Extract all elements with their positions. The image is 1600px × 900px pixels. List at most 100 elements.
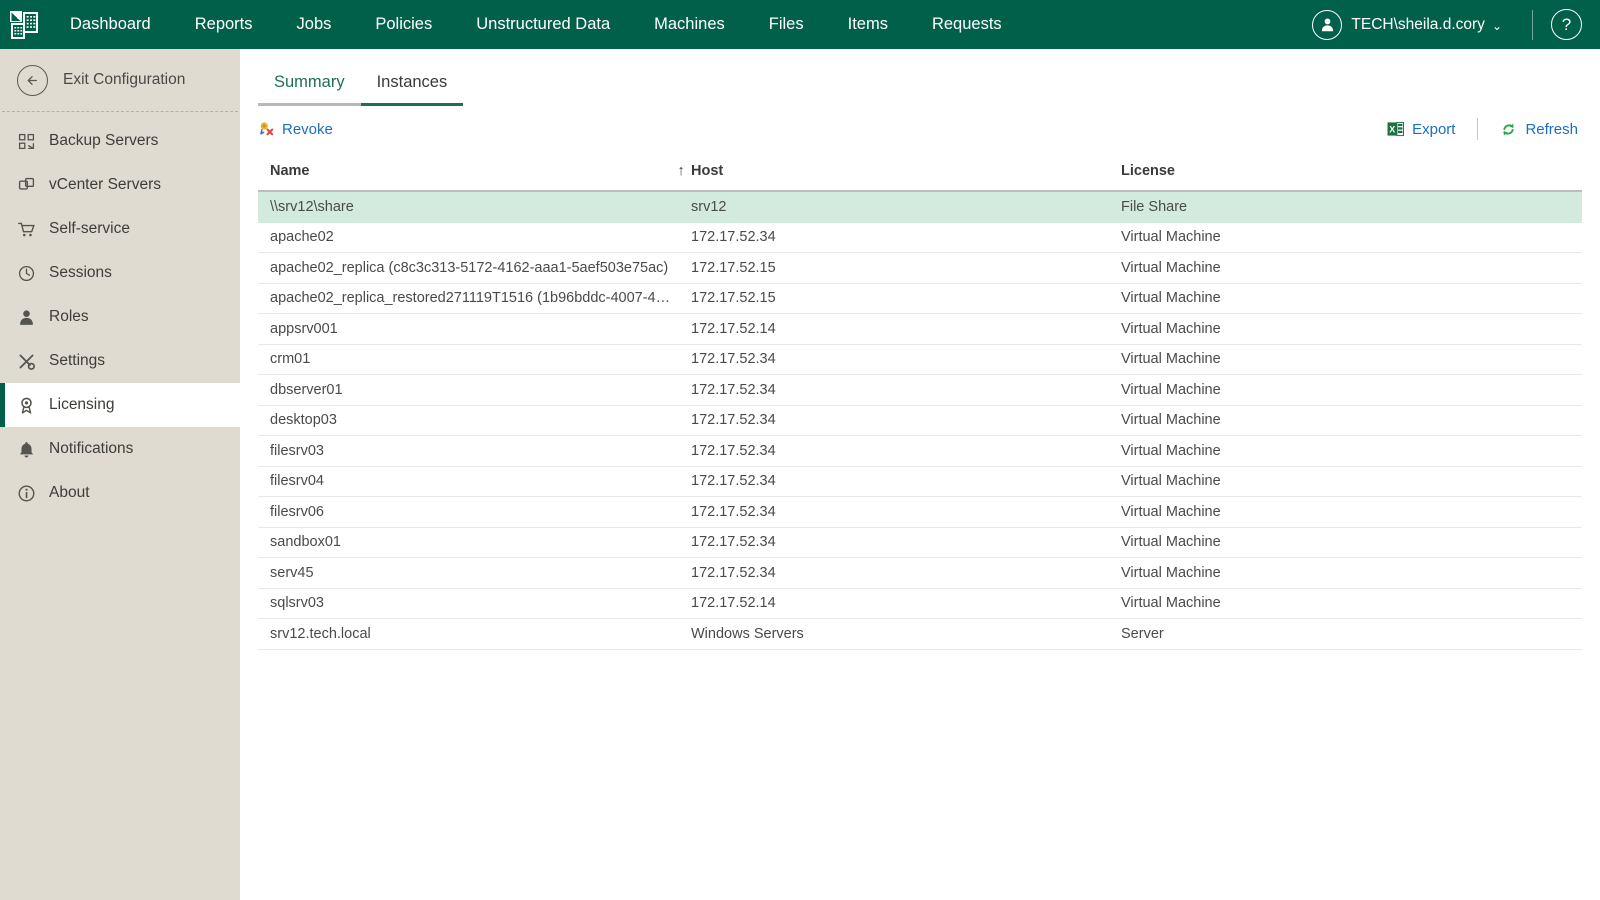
table-row[interactable]: \\srv12\sharesrv12File Share <box>258 192 1582 223</box>
app-logo[interactable] <box>0 0 48 49</box>
sidebar-item-self-service[interactable]: Self-service <box>0 207 240 251</box>
refresh-label: Refresh <box>1525 121 1578 138</box>
refresh-button[interactable]: Refresh <box>1500 121 1578 138</box>
bell-icon <box>13 440 39 459</box>
back-arrow-icon <box>17 65 48 96</box>
nav-item-jobs[interactable]: Jobs <box>275 0 354 49</box>
nav-item-unstructured-data[interactable]: Unstructured Data <box>454 0 632 49</box>
tab-summary[interactable]: Summary <box>258 67 361 106</box>
cell-host: 172.17.52.34 <box>691 443 1121 459</box>
help-button[interactable]: ? <box>1551 9 1582 40</box>
cell-license: Server <box>1121 626 1582 642</box>
nav-item-files[interactable]: Files <box>747 0 826 49</box>
table-body: \\srv12\sharesrv12File Share apache02 172.… <box>258 192 1582 650</box>
cell-host: 172.17.52.34 <box>691 534 1121 550</box>
cell-license: Virtual Machine <box>1121 565 1582 581</box>
sidebar-item-label: Backup Servers <box>49 132 158 150</box>
nav-item-machines[interactable]: Machines <box>632 0 747 49</box>
sidebar-item-roles[interactable]: Roles <box>0 295 240 339</box>
sidebar-item-sessions[interactable]: Sessions <box>0 251 240 295</box>
cell-host: 172.17.52.34 <box>691 565 1121 581</box>
revoke-label: Revoke <box>282 121 333 138</box>
export-button[interactable]: X Export <box>1387 121 1455 138</box>
nav-item-dashboard[interactable]: Dashboard <box>48 0 173 49</box>
user-menu[interactable]: TECH\sheila.d.cory ⌄ <box>1312 0 1510 49</box>
column-header-license[interactable]: License <box>1121 163 1582 179</box>
cell-name: apache02_replica (c8c3c313-5172-4162-aaa… <box>258 260 671 276</box>
cell-license: File Share <box>1121 199 1582 215</box>
column-header-name[interactable]: Name <box>258 163 671 179</box>
user-icon <box>13 308 39 327</box>
cell-license: Virtual Machine <box>1121 534 1582 550</box>
avatar <box>1312 10 1342 40</box>
revoke-button[interactable]: Revoke <box>258 121 333 138</box>
cell-name: filesrv04 <box>258 473 671 489</box>
tools-icon <box>13 352 39 371</box>
table-row[interactable]: apache02_replica (c8c3c313-5172-4162-aaa… <box>258 253 1582 284</box>
table-row[interactable]: desktop03172.17.52.34Virtual Machine <box>258 406 1582 437</box>
tab-bar: Summary Instances <box>240 49 1600 106</box>
table-row[interactable]: apache02_replica_restored271119T1516 (1b… <box>258 284 1582 315</box>
cell-license: Virtual Machine <box>1121 290 1582 306</box>
info-icon <box>13 484 39 503</box>
user-avatar-icon <box>1319 16 1336 33</box>
sidebar-item-about[interactable]: About <box>0 471 240 515</box>
cell-license: Virtual Machine <box>1121 504 1582 520</box>
main-content: Summary Instances Revoke <box>240 49 1600 900</box>
refresh-icon <box>1500 121 1517 138</box>
cell-license: Virtual Machine <box>1121 412 1582 428</box>
sidebar-item-label: Licensing <box>49 396 115 414</box>
table-row[interactable]: filesrv06172.17.52.34Virtual Machine <box>258 497 1582 528</box>
table-row[interactable]: sqlsrv03172.17.52.14Virtual Machine <box>258 589 1582 620</box>
table-row[interactable]: srv12.tech.localWindows ServersServer <box>258 619 1582 650</box>
cell-license: Virtual Machine <box>1121 260 1582 276</box>
nav-item-items[interactable]: Items <box>826 0 910 49</box>
sidebar-item-label: Self-service <box>49 220 130 238</box>
cell-host: 172.17.52.15 <box>691 290 1121 306</box>
cell-name: apache02 <box>258 229 671 245</box>
exit-configuration-label: Exit Configuration <box>63 71 185 89</box>
table-row[interactable]: filesrv04172.17.52.34Virtual Machine <box>258 467 1582 498</box>
nav-item-requests[interactable]: Requests <box>910 0 1024 49</box>
column-header-host[interactable]: Host <box>691 163 1121 179</box>
table-row[interactable]: dbserver01172.17.52.34Virtual Machine <box>258 375 1582 406</box>
sidebar-item-licensing[interactable]: Licensing <box>0 383 240 427</box>
cell-name: sandbox01 <box>258 534 671 550</box>
sidebar-item-settings[interactable]: Settings <box>0 339 240 383</box>
top-navigation-bar: Dashboard Reports Jobs Policies Unstruct… <box>0 0 1600 49</box>
cell-name: serv45 <box>258 565 671 581</box>
cart-icon <box>13 220 39 239</box>
toolbar-divider <box>1477 118 1478 140</box>
sidebar-item-notifications[interactable]: Notifications <box>0 427 240 471</box>
tab-instances[interactable]: Instances <box>361 67 464 106</box>
chevron-down-icon: ⌄ <box>1492 19 1502 33</box>
veeam-logo-icon <box>9 10 39 40</box>
nav-items: Dashboard Reports Jobs Policies Unstruct… <box>48 0 1024 49</box>
cell-name: sqlsrv03 <box>258 595 671 611</box>
exit-configuration-button[interactable]: Exit Configuration <box>0 49 240 111</box>
cell-license: Virtual Machine <box>1121 382 1582 398</box>
clock-icon <box>13 264 39 283</box>
table-row[interactable]: appsrv001172.17.52.14Virtual Machine <box>258 314 1582 345</box>
sidebar: Exit Configuration Backup Servers vCente… <box>0 49 240 900</box>
content-toolbar: Revoke X Export <box>240 106 1600 152</box>
nav-item-reports[interactable]: Reports <box>173 0 275 49</box>
nav-item-policies[interactable]: Policies <box>353 0 454 49</box>
table-row[interactable]: crm01172.17.52.34Virtual Machine <box>258 345 1582 376</box>
cell-license: Virtual Machine <box>1121 443 1582 459</box>
table-row[interactable]: filesrv03172.17.52.34Virtual Machine <box>258 436 1582 467</box>
cell-host: 172.17.52.34 <box>691 229 1121 245</box>
cell-host: 172.17.52.34 <box>691 351 1121 367</box>
sidebar-items: Backup Servers vCenter Servers Self-serv… <box>0 112 240 515</box>
table-row[interactable]: apache02172.17.52.34Virtual Machine <box>258 223 1582 254</box>
table-row[interactable]: serv45 172.17.52.34Virtual Machine <box>258 558 1582 589</box>
medal-icon <box>13 396 39 415</box>
sidebar-item-vcenter-servers[interactable]: vCenter Servers <box>0 163 240 207</box>
sidebar-item-label: Settings <box>49 352 105 370</box>
sort-ascending-icon[interactable]: ↑ <box>671 163 691 179</box>
table-row[interactable]: sandbox01 172.17.52.34Virtual Machine <box>258 528 1582 559</box>
cell-host: 172.17.52.34 <box>691 504 1121 520</box>
cell-name: apache02_replica_restored271119T1516 (1b… <box>258 290 671 306</box>
sidebar-item-backup-servers[interactable]: Backup Servers <box>0 119 240 163</box>
export-label: Export <box>1412 121 1455 138</box>
